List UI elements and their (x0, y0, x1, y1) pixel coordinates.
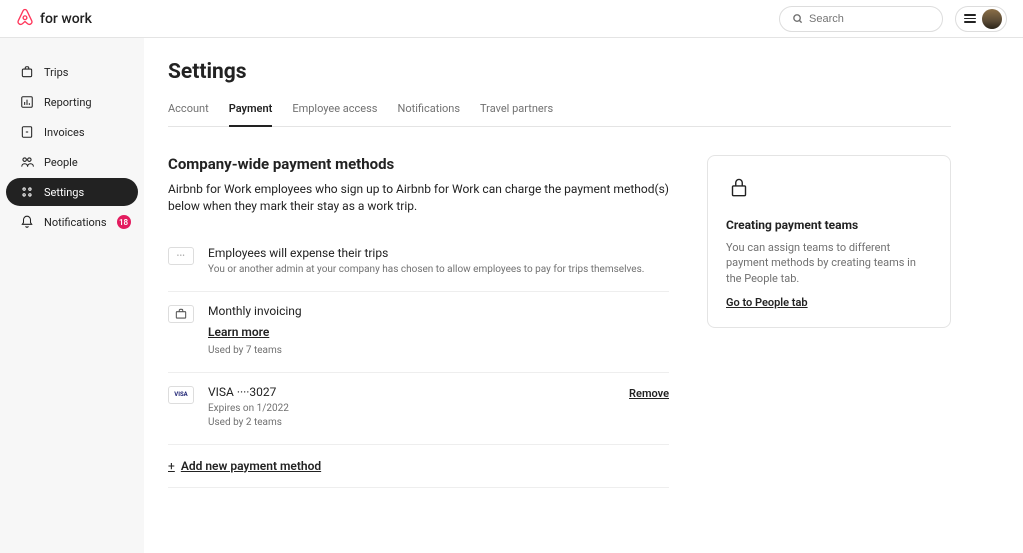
people-icon (20, 155, 34, 169)
sidebar-item-label: Settings (44, 186, 84, 199)
page-title: Settings (168, 60, 951, 84)
tabs: Account Payment Employee access Notifica… (168, 102, 951, 127)
section-title: Company-wide payment methods (168, 155, 669, 173)
pm-title: VISA ····3027 (208, 385, 669, 399)
sidebar: Trips Reporting Invoices People Settings… (0, 38, 144, 553)
search-box[interactable] (779, 6, 943, 32)
sidebar-item-label: Trips (44, 66, 68, 79)
header-right (779, 6, 1007, 32)
go-to-people-link[interactable]: Go to People tab (726, 296, 932, 309)
payment-method-card: VISA VISA ····3027 Expires on 1/2022 Use… (168, 373, 669, 445)
sidebar-item-invoices[interactable]: Invoices (6, 118, 138, 146)
sidebar-item-notifications[interactable]: Notifications 18 (6, 208, 138, 236)
sidebar-item-label: Invoices (44, 126, 85, 139)
top-header: for work (0, 0, 1023, 38)
payment-method-expense: Employees will expense their trips You o… (168, 234, 669, 292)
tab-payment[interactable]: Payment (229, 102, 273, 127)
payment-method-monthly: Monthly invoicing Learn more Used by 7 t… (168, 292, 669, 373)
card-title: Creating payment teams (726, 218, 932, 232)
payment-section: Company-wide payment methods Airbnb for … (168, 155, 669, 488)
notification-badge: 18 (117, 215, 131, 229)
bell-icon (20, 215, 34, 229)
remove-button[interactable]: Remove (629, 387, 669, 400)
chart-icon (20, 95, 34, 109)
pm-title: Employees will expense their trips (208, 246, 669, 260)
airbnb-logo-icon (16, 8, 34, 30)
add-label: Add new payment method (181, 459, 321, 473)
plus-icon: + (168, 459, 175, 473)
sidebar-item-label: Reporting (44, 96, 92, 109)
tab-notifications[interactable]: Notifications (397, 102, 460, 127)
pm-expires: Expires on 1/2022 (208, 402, 669, 416)
pm-used-by: Used by 2 teams (208, 416, 669, 430)
avatar (982, 9, 1002, 29)
brand-text: for work (40, 11, 92, 27)
main-content: Settings Account Payment Employee access… (144, 38, 1023, 553)
menu-icon (964, 14, 976, 23)
learn-more-link[interactable]: Learn more (208, 324, 269, 341)
sidebar-item-settings[interactable]: Settings (6, 178, 138, 206)
search-input[interactable] (809, 13, 930, 25)
sidebar-item-label: Notifications (44, 216, 107, 229)
section-desc: Airbnb for Work employees who sign up to… (168, 181, 669, 216)
add-payment-method[interactable]: + Add new payment method (168, 445, 669, 488)
brand-logo[interactable]: for work (16, 8, 92, 30)
suitcase-icon (20, 65, 34, 79)
invoice-icon (20, 125, 34, 139)
pm-used-by: Used by 7 teams (208, 344, 669, 358)
profile-menu[interactable] (955, 6, 1007, 32)
tab-travel-partners[interactable]: Travel partners (480, 102, 553, 127)
lock-icon (726, 174, 932, 204)
tab-account[interactable]: Account (168, 102, 209, 127)
search-icon (792, 9, 803, 28)
card-desc: You can assign teams to different paymen… (726, 240, 932, 286)
info-card: Creating payment teams You can assign te… (707, 155, 951, 328)
briefcase-icon (168, 305, 194, 323)
sidebar-item-label: People (44, 156, 78, 169)
sidebar-item-reporting[interactable]: Reporting (6, 88, 138, 116)
pm-title: Monthly invoicing (208, 304, 669, 318)
visa-icon: VISA (168, 386, 194, 404)
tab-employee-access[interactable]: Employee access (292, 102, 377, 127)
sidebar-item-trips[interactable]: Trips (6, 58, 138, 86)
sidebar-item-people[interactable]: People (6, 148, 138, 176)
settings-icon (20, 185, 34, 199)
pm-sub: You or another admin at your company has… (208, 263, 669, 277)
expense-icon (168, 247, 194, 265)
